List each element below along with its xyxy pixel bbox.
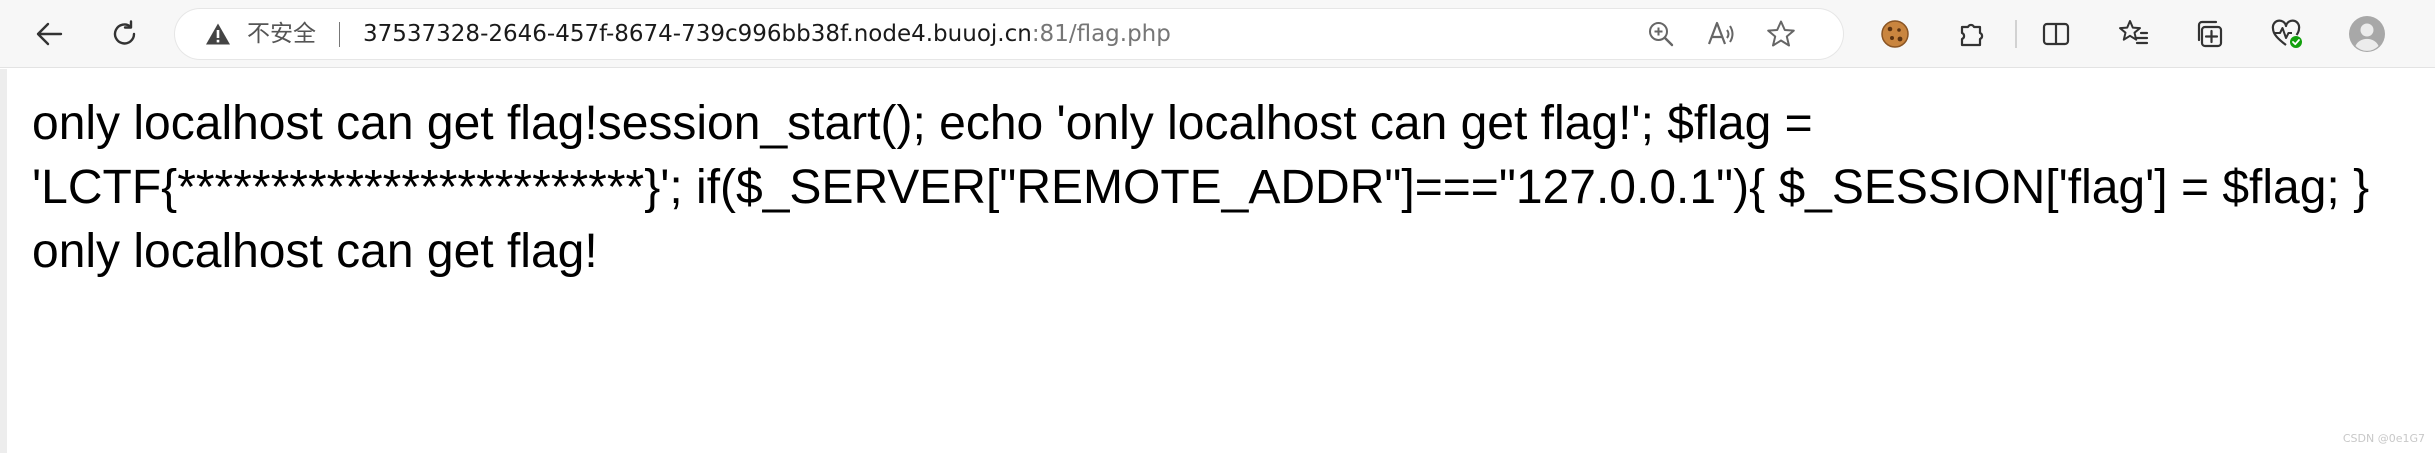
warning-icon[interactable] bbox=[205, 22, 231, 46]
puzzle-icon bbox=[1960, 23, 1984, 47]
split-screen-icon bbox=[2042, 22, 2070, 46]
url-host: 37537328-2646-457f-8674-739c996bb38f.nod… bbox=[363, 21, 1032, 47]
back-arrow-icon bbox=[36, 22, 63, 46]
cookie-icon bbox=[1881, 20, 1909, 48]
read-aloud-icon bbox=[1707, 21, 1734, 45]
cookie-extension-button[interactable] bbox=[1873, 12, 1917, 56]
address-bar[interactable]: 不安全 37537328-2646-457f-8674-739c996bb38f… bbox=[175, 9, 1843, 59]
browser-toolbar: 不安全 37537328-2646-457f-8674-739c996bb38f… bbox=[0, 0, 2435, 68]
star-icon bbox=[1767, 20, 1795, 47]
browser-essentials-icon bbox=[2271, 19, 2302, 48]
url-text[interactable]: 37537328-2646-457f-8674-739c996bb38f.nod… bbox=[363, 20, 1171, 48]
url-port-path: :81/flag.php bbox=[1031, 21, 1171, 47]
reload-icon bbox=[113, 20, 136, 45]
page-body-text: only localhost can get flag!session_star… bbox=[32, 97, 2370, 278]
page-scrollbar[interactable] bbox=[0, 69, 7, 453]
watermark: CSDN @0e1G7 bbox=[2342, 432, 2425, 445]
favorites-button[interactable] bbox=[2111, 12, 2155, 56]
collections-button[interactable] bbox=[2188, 12, 2232, 56]
read-aloud-button[interactable] bbox=[1705, 18, 1737, 50]
zoom-button[interactable] bbox=[1645, 18, 1677, 50]
profile-button[interactable] bbox=[2345, 12, 2389, 56]
favorites-icon bbox=[2119, 20, 2149, 45]
toolbar-divider bbox=[2015, 20, 2017, 48]
security-status-label[interactable]: 不安全 bbox=[247, 20, 316, 48]
reload-button[interactable] bbox=[103, 12, 147, 56]
add-favorite-button[interactable] bbox=[1765, 18, 1797, 50]
back-button[interactable] bbox=[27, 12, 71, 56]
zoom-icon bbox=[1649, 22, 1674, 47]
address-divider bbox=[339, 22, 340, 47]
split-screen-button[interactable] bbox=[2034, 12, 2078, 56]
extensions-button[interactable] bbox=[1950, 12, 1994, 56]
browser-essentials-button[interactable] bbox=[2265, 12, 2309, 56]
collections-icon bbox=[2197, 20, 2223, 48]
profile-icon bbox=[2349, 16, 2385, 52]
